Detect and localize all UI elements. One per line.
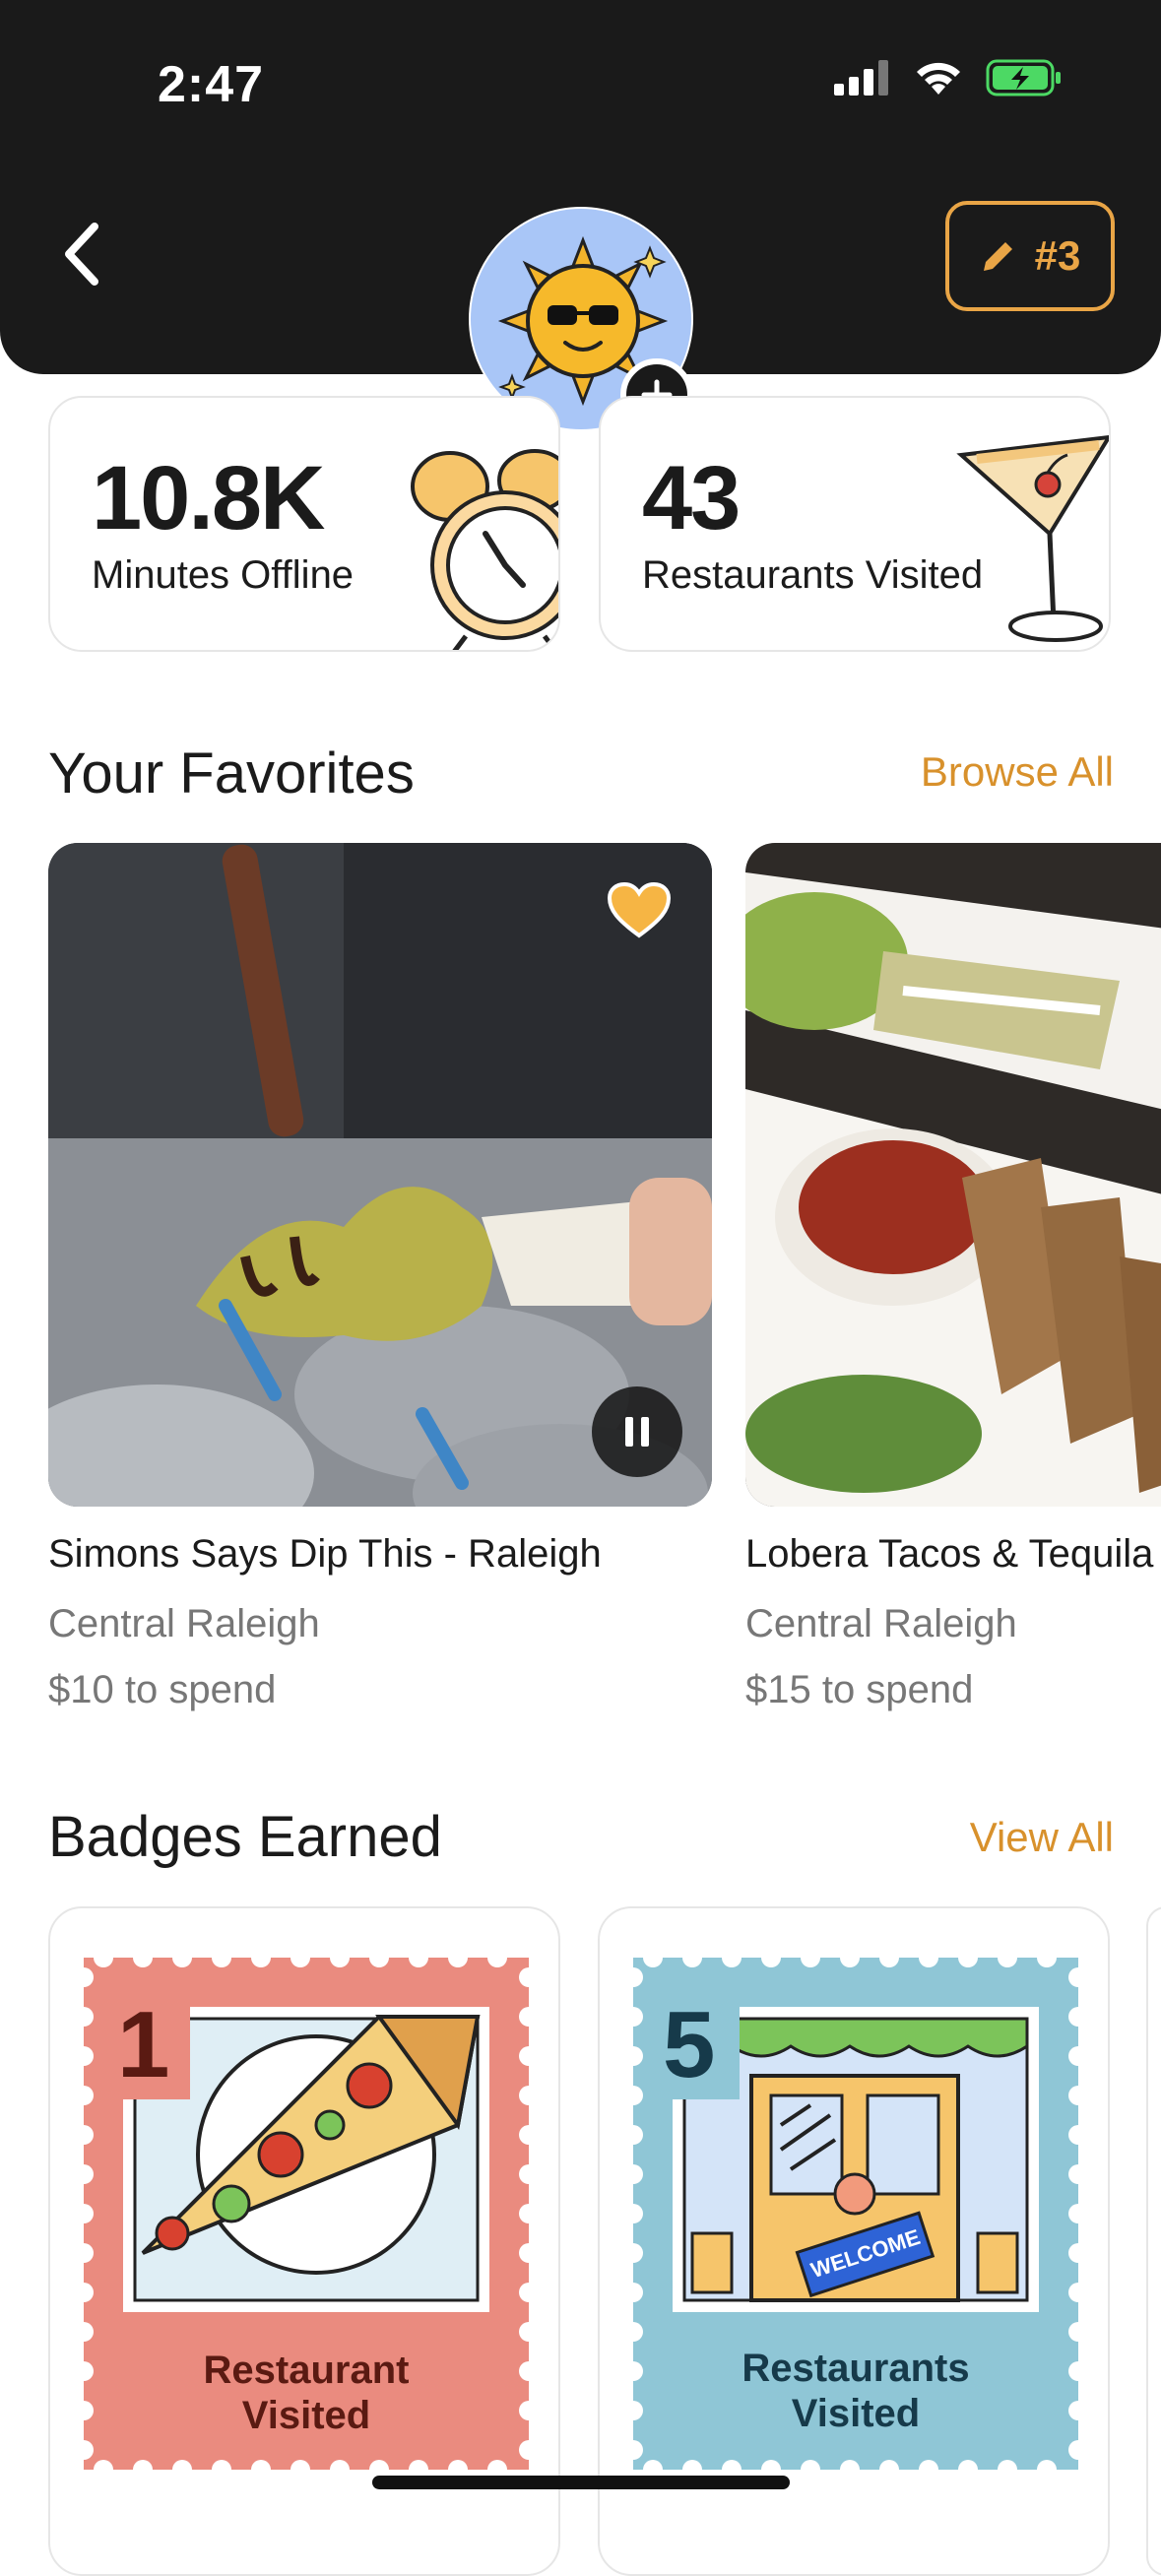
tacos-plate-photo (745, 843, 1161, 1507)
martini-glass-icon (956, 434, 1109, 642)
home-indicator[interactable] (372, 2476, 790, 2489)
favorite-area: Central Raleigh (48, 1602, 320, 1645)
badge-stamp: 1 Restaurant Visited (74, 1948, 539, 2479)
favorite-area: Central Raleigh (745, 1602, 1017, 1645)
status-icons (834, 59, 1063, 97)
chevron-left-icon (65, 223, 98, 286)
favorite-photo[interactable] (745, 843, 1161, 1507)
badge-card-peek[interactable] (1146, 1906, 1161, 2576)
stat-value-restaurants: 43 (642, 448, 741, 548)
status-time: 2:47 (158, 56, 265, 113)
pencil-icon (983, 242, 1012, 271)
favorite-spend: $10 to spend (48, 1668, 277, 1711)
stat-value-minutes: 10.8K (92, 448, 325, 548)
badge-label-line1: Restaurant (203, 2349, 410, 2392)
browse-all-link[interactable]: Browse All (921, 748, 1114, 796)
cellular-signal-icon (834, 60, 888, 96)
edit-rank-button[interactable]: #3 (945, 201, 1115, 311)
favorite-name: Simons Says Dip This - Raleigh (48, 1532, 602, 1576)
view-all-link[interactable]: View All (970, 1814, 1114, 1861)
favorite-card[interactable]: Simons Says Dip This - Raleigh Central R… (48, 843, 712, 1712)
wifi-icon (917, 62, 960, 95)
badge-label-line1: Restaurants (742, 2347, 970, 2390)
favorite-spend: $15 to spend (745, 1668, 974, 1711)
badge-label-line2: Visited (791, 2392, 921, 2435)
battery-charging-icon (986, 59, 1061, 97)
badge-number: 1 (117, 1992, 170, 2097)
alarm-clock-icon (411, 449, 558, 650)
badges-title: Badges Earned (48, 1805, 442, 1869)
stat-label-minutes: Minutes Offline (92, 553, 355, 597)
pause-icon (625, 1417, 649, 1447)
rank-label: #3 (1034, 232, 1081, 279)
heart-favorite-icon[interactable] (608, 882, 671, 939)
favorite-video[interactable] (48, 843, 712, 1507)
stat-label-restaurants: Restaurants Visited (642, 553, 984, 597)
favorites-title: Your Favorites (48, 741, 415, 805)
badge-stamp: 5 WELCOME Restaurants Visited (623, 1948, 1088, 2479)
pause-button[interactable] (592, 1386, 682, 1477)
badge-label-line2: Visited (241, 2394, 371, 2437)
back-button[interactable] (49, 215, 118, 293)
stat-card-restaurants-visited: 43 Restaurants Visited (599, 396, 1111, 652)
favorite-card[interactable]: Lobera Tacos & Tequila Central Raleigh $… (745, 843, 1161, 1712)
stat-card-minutes-offline: 10.8K Minutes Offline (48, 396, 560, 652)
badge-number: 5 (663, 1992, 716, 2097)
favorite-name: Lobera Tacos & Tequila (745, 1532, 1154, 1576)
